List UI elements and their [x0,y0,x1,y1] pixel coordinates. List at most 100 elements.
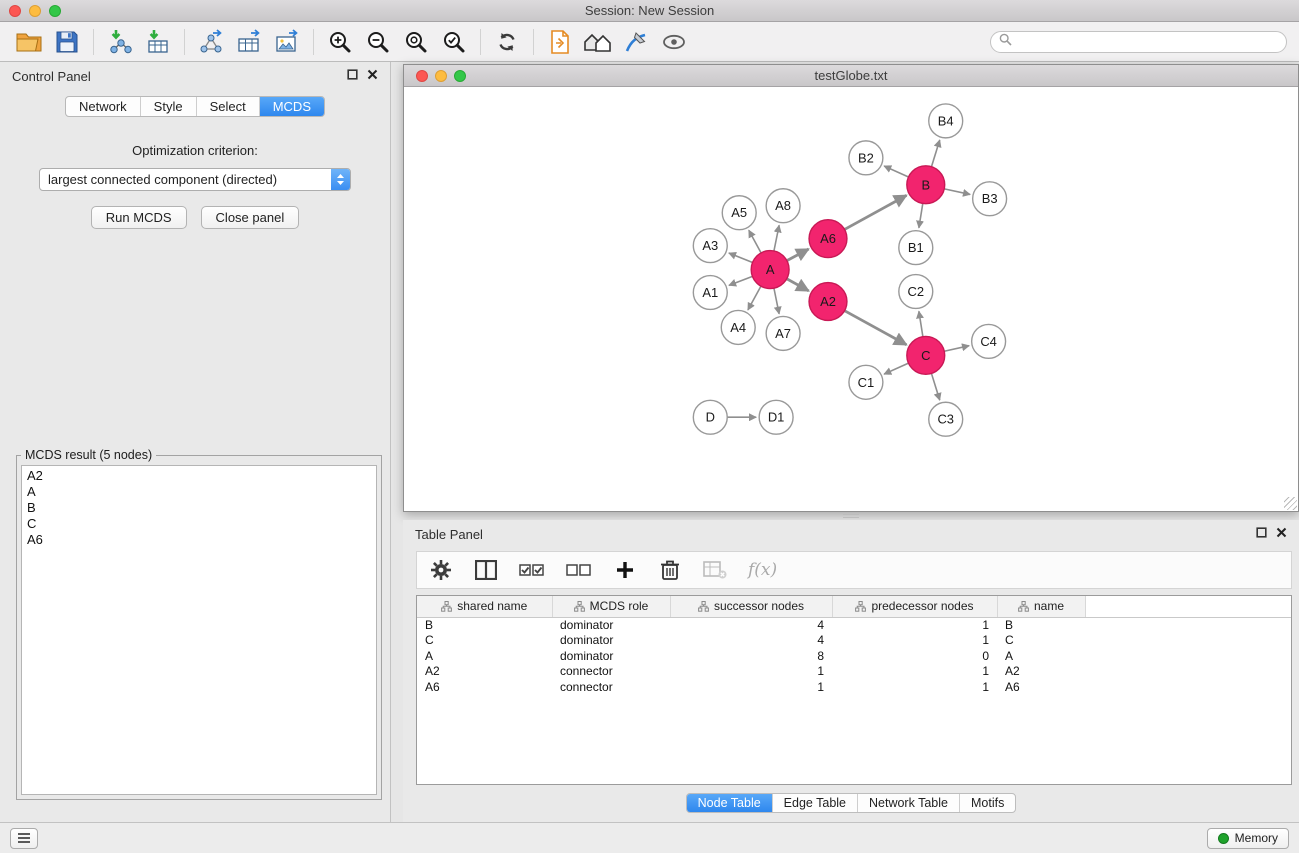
search-input[interactable] [1017,35,1278,49]
export-image-icon[interactable] [268,26,306,58]
table-row-A2[interactable]: A2connector11A2 [417,664,1291,680]
deselect-all-columns-icon[interactable] [566,556,592,584]
function-builder-icon[interactable]: f(x) [748,556,777,584]
graph-node-C4[interactable]: C4 [972,324,1006,358]
graph-node-A4[interactable]: A4 [721,310,755,344]
graph-edge-B-B4[interactable] [931,140,939,167]
column-header-successor-nodes[interactable]: successor nodes [670,596,832,617]
graph-edge-A-A7[interactable] [774,288,779,314]
graph-edge-C-C2[interactable] [919,311,923,336]
graph-edge-A-A5[interactable] [749,230,761,253]
mcds-result-item[interactable]: B [22,500,376,516]
graph-node-C2[interactable]: C2 [899,275,933,309]
graph-node-B1[interactable]: B1 [899,231,933,265]
tab-network-table[interactable]: Network Table [857,794,959,812]
graph-edge-A2-C[interactable] [845,311,907,345]
panel-splitter-handle[interactable] [843,514,859,518]
memory-button[interactable]: Memory [1207,828,1289,849]
graph-edge-A6-B[interactable] [845,195,907,229]
close-panel-icon[interactable] [1276,525,1287,543]
net-close-icon[interactable] [416,70,428,82]
add-row-icon[interactable] [613,556,637,584]
new-network-table-icon[interactable] [230,26,268,58]
delete-table-icon[interactable] [703,556,727,584]
graph-node-D[interactable]: D [693,400,727,434]
tab-edge-table[interactable]: Edge Table [772,794,857,812]
column-header-shared-name[interactable]: shared name [417,596,552,617]
graph-edge-B-B1[interactable] [919,204,923,228]
table-settings-gear-icon[interactable] [429,556,453,584]
open-session-icon[interactable] [10,26,48,58]
select-all-columns-icon[interactable] [519,556,545,584]
graph-node-C1[interactable]: C1 [849,365,883,399]
graph-edge-B-B2[interactable] [884,166,908,177]
zoom-in-icon[interactable] [321,26,359,58]
tab-motifs[interactable]: Motifs [959,794,1015,812]
maximize-window-icon[interactable] [49,5,61,17]
graph-edge-B-B3[interactable] [944,189,970,195]
refresh-view-icon[interactable] [488,26,526,58]
graph-edge-A-A8[interactable] [774,225,779,251]
graph-node-A6[interactable]: A6 [809,220,847,258]
graph-node-D1[interactable]: D1 [759,400,793,434]
network-canvas[interactable]: B4B2BB3A8A5A6A3B1AC2A1A2A4A7C4CC1DD1C3 [404,87,1298,511]
save-session-icon[interactable] [48,26,86,58]
home-icon[interactable] [579,26,617,58]
run-mcds-button[interactable]: Run MCDS [91,206,187,229]
delete-row-icon[interactable] [658,556,682,584]
optimization-criterion-dropdown[interactable]: largest connected component (directed) [39,168,351,191]
table-row-B[interactable]: Bdominator41B [417,617,1291,633]
close-panel-button[interactable]: Close panel [201,206,300,229]
table-row-A6[interactable]: A6connector11A6 [417,679,1291,695]
graph-edge-C-C3[interactable] [931,373,939,400]
mcds-result-list[interactable]: A2ABCA6 [21,465,377,795]
tab-select[interactable]: Select [196,97,259,116]
close-panel-icon[interactable] [367,67,378,85]
zoom-fit-icon[interactable] [397,26,435,58]
annotation-pen-icon[interactable] [617,26,655,58]
graph-node-A3[interactable]: A3 [693,229,727,263]
show-hide-panel-icon[interactable] [655,26,693,58]
graph-node-A1[interactable]: A1 [693,276,727,310]
tab-style[interactable]: Style [140,97,196,116]
graph-node-A[interactable]: A [751,251,789,289]
graph-node-C[interactable]: C [907,336,945,374]
node-table[interactable]: shared nameMCDS rolesuccessor nodesprede… [416,595,1292,785]
graph-edge-A-A2[interactable] [787,279,809,291]
graph-node-B[interactable]: B [907,166,945,204]
graph-node-A5[interactable]: A5 [722,196,756,230]
mcds-result-item[interactable]: A2 [22,468,376,484]
mcds-result-item[interactable]: A [22,484,376,500]
mcds-result-item[interactable]: A6 [22,532,376,548]
column-header-mcds-role[interactable]: MCDS role [552,596,670,617]
show-columns-icon[interactable] [474,556,498,584]
graph-edge-A-A1[interactable] [729,276,753,285]
window-resize-grip[interactable] [1284,497,1297,510]
table-row-A[interactable]: Adominator80A [417,648,1291,664]
graph-edge-A-A6[interactable] [787,249,809,261]
graph-edge-A-A4[interactable] [748,286,761,310]
tab-node-table[interactable]: Node Table [687,794,772,812]
import-network-from-file-icon[interactable] [101,26,139,58]
float-panel-icon[interactable] [347,67,358,85]
new-network-icon[interactable] [192,26,230,58]
graph-node-C3[interactable]: C3 [929,402,963,436]
column-header-predecessor-nodes[interactable]: predecessor nodes [832,596,997,617]
import-table-from-file-icon[interactable] [139,26,177,58]
graph-node-A8[interactable]: A8 [766,189,800,223]
close-window-icon[interactable] [9,5,21,17]
net-minimize-icon[interactable] [435,70,447,82]
minimize-window-icon[interactable] [29,5,41,17]
graph-edge-C-C1[interactable] [884,363,908,374]
net-maximize-icon[interactable] [454,70,466,82]
zoom-out-icon[interactable] [359,26,397,58]
graph-node-A2[interactable]: A2 [809,283,847,321]
open-document-icon[interactable] [541,26,579,58]
mcds-result-item[interactable]: C [22,516,376,532]
graph-node-B3[interactable]: B3 [973,182,1007,216]
column-header-name[interactable]: name [997,596,1085,617]
graph-node-A7[interactable]: A7 [766,316,800,350]
table-row-C[interactable]: Cdominator41C [417,633,1291,649]
graph-node-B2[interactable]: B2 [849,141,883,175]
float-panel-icon[interactable] [1256,525,1267,543]
